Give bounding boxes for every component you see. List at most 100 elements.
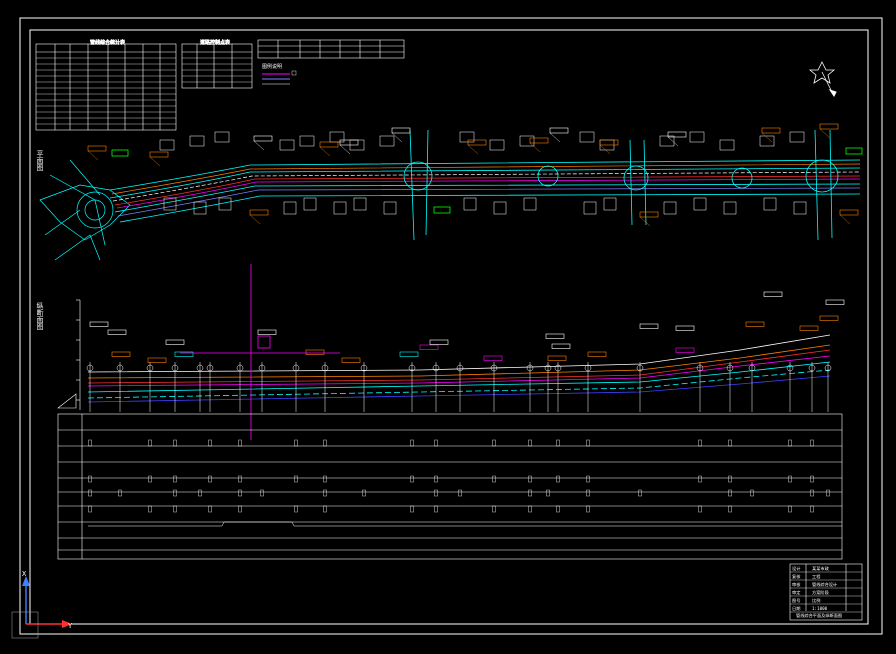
building-outline: [279, 139, 295, 151]
building-outline: [214, 131, 230, 143]
annotation-tag: [147, 357, 167, 363]
profile-annotation-labels: [89, 291, 845, 363]
building-outline: [489, 139, 505, 151]
grid-value-mark: [728, 489, 732, 497]
building-outline: [663, 201, 677, 215]
plan-section-label: 平面图: [36, 150, 44, 172]
cad-drawing-canvas[interactable]: 管线综合统计表 道路控制点表 图例说明 平面图 纵断面图 设计 某某市政复核 工…: [0, 0, 896, 654]
green-annotation: [433, 206, 451, 214]
annotation-tag: [819, 123, 839, 130]
title-row-value: 某某市政: [812, 565, 830, 572]
grid-value-mark: [434, 489, 438, 497]
annotation-tag: [587, 351, 607, 357]
grid-value-mark: [294, 439, 298, 447]
grid-value-mark: [528, 489, 532, 497]
table1-title: 管线综合统计表: [90, 39, 125, 46]
grid-value-mark: [434, 439, 438, 447]
title-row-label: 复核: [792, 573, 801, 580]
elevation-scale: [57, 299, 81, 410]
grid-value-mark: [586, 489, 590, 497]
profile-section-label: 纵断面图: [36, 302, 44, 331]
grid-value-mark: [810, 475, 814, 483]
grid-value-mark: [294, 505, 298, 513]
annotation-tag: [745, 321, 765, 327]
grid-value-mark: [728, 475, 732, 483]
annotation-tag: [547, 355, 567, 361]
north-arrow-icon: [808, 61, 837, 97]
annotation-tag: [675, 347, 695, 353]
annotation-tag: [305, 349, 325, 355]
annotation-tag: [149, 151, 169, 158]
profile-lines: [87, 334, 831, 403]
annotation-tag: [529, 137, 549, 144]
legend-title: 图例说明: [262, 63, 282, 70]
grid-value-mark: [173, 489, 177, 497]
grid-value-mark: [323, 475, 327, 483]
title-block-footer: 管线综合平面及纵断面图: [796, 612, 842, 619]
annotation-tag: [675, 325, 695, 331]
leader-line: [639, 216, 651, 227]
grid-value-mark: [238, 505, 242, 513]
statistics-table-1: 管线综合统计表: [35, 39, 177, 131]
grid-value-mark: [788, 505, 792, 513]
annotation-tag: [253, 135, 273, 142]
building-outline: [329, 131, 345, 143]
grid-value-mark: [88, 505, 92, 513]
title-row-label: 审核: [792, 581, 801, 588]
building-outline: [579, 131, 595, 143]
grid-value-mark: [492, 439, 496, 447]
statistics-table-2-rows: [182, 57, 252, 83]
leader-line: [599, 144, 611, 155]
grid-value-mark: [88, 439, 92, 447]
grid-value-mark: [198, 489, 202, 497]
grid-value-mark: [260, 489, 264, 497]
profile-grid-marks: [88, 439, 842, 527]
leader-line: [467, 144, 479, 155]
leader-line: [529, 142, 541, 153]
cursor-crosshair[interactable]: [180, 264, 340, 440]
building-outline: [603, 197, 617, 211]
profile-station-markers: [86, 362, 832, 412]
grid-value-mark: [750, 489, 754, 497]
grid-value-mark: [698, 505, 702, 513]
annotation-tag: [399, 351, 419, 357]
grid-value-mark: [810, 505, 814, 513]
grid-value-mark: [810, 489, 814, 497]
grid-value-mark: [238, 489, 242, 497]
leader-line: [761, 132, 773, 143]
title-row-label: 图号: [792, 598, 800, 604]
grid-value-mark: [434, 475, 438, 483]
building-outline: [659, 135, 675, 147]
annotation-tag: [249, 209, 269, 216]
building-outline: [353, 197, 367, 211]
title-row-value: 管线综合设计: [812, 581, 837, 588]
grid-value-mark: [410, 475, 414, 483]
ucs-x-label: Y: [68, 622, 73, 630]
statistics-table-1-rows: [36, 57, 176, 125]
line-legend: 图例说明: [262, 63, 297, 85]
grid-value-mark: [208, 475, 212, 483]
table2-title: 道路控制点表: [200, 39, 230, 46]
annotation-tag: [89, 321, 109, 327]
drawing-frame: [19, 17, 883, 635]
grid-value-mark: [528, 475, 532, 483]
building-outline: [793, 201, 807, 215]
grid-value-mark: [638, 489, 642, 497]
building-outlines: [159, 131, 807, 215]
leader-line: [667, 136, 679, 147]
grid-value-mark: [148, 505, 152, 513]
profile-view: [57, 264, 845, 440]
building-outline: [693, 197, 707, 211]
pipe-lines: [111, 163, 861, 217]
grid-value-mark: [728, 439, 732, 447]
title-row-label: 审定: [792, 589, 800, 596]
grid-value-mark: [698, 475, 702, 483]
grid-value-mark: [528, 439, 532, 447]
annotation-tag: [599, 139, 619, 146]
title-row-value: 工程: [812, 573, 821, 580]
leader-line: [87, 150, 99, 161]
svg-text:平面图: 平面图: [36, 150, 44, 172]
green-annotation: [845, 147, 863, 155]
annotation-tag: [799, 325, 819, 331]
grid-value-mark: [546, 489, 550, 497]
